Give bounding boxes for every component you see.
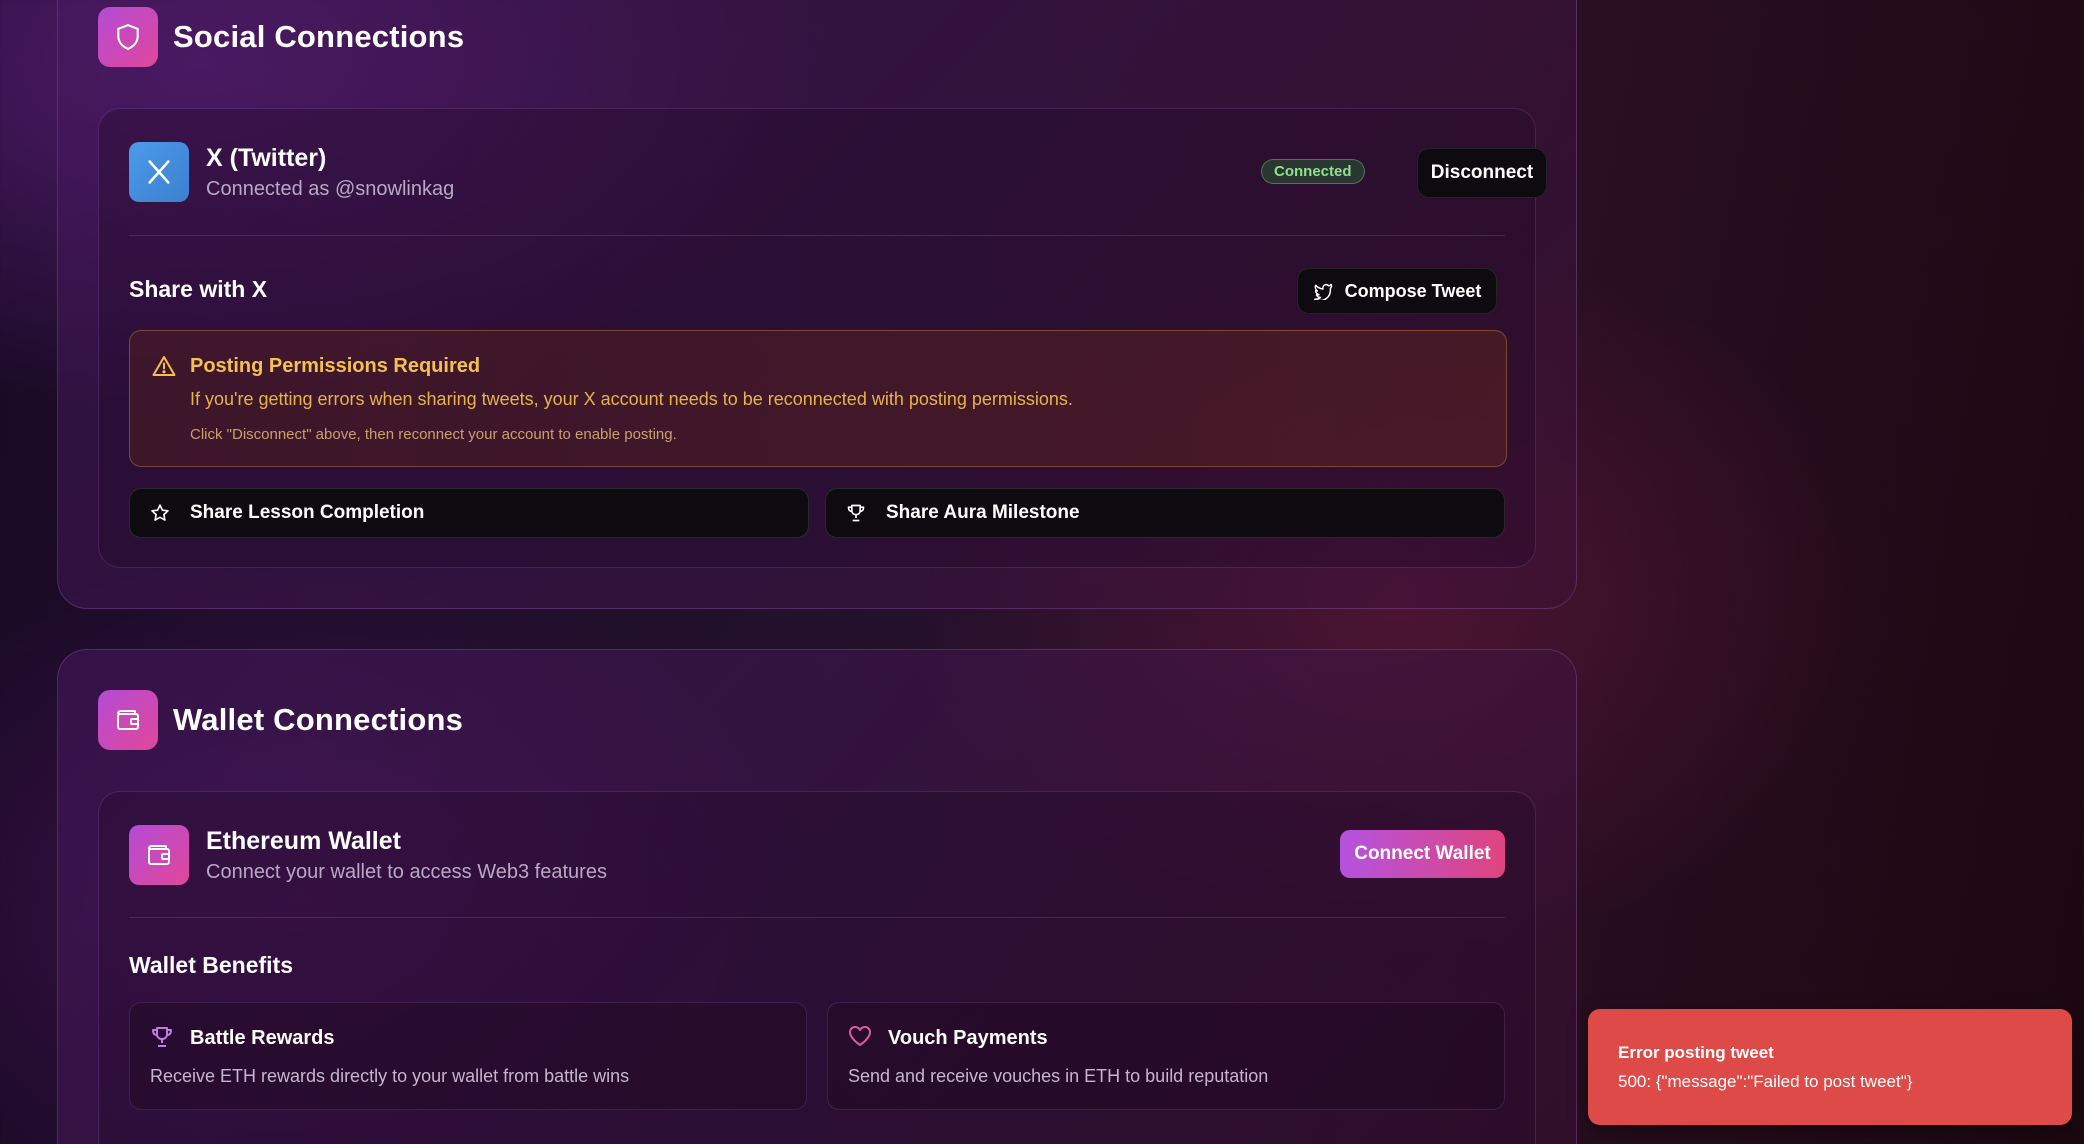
- share-lesson-completion-button[interactable]: Share Lesson Completion: [129, 488, 809, 538]
- error-toast[interactable]: Error posting tweet 500: {"message":"Fai…: [1588, 1009, 2072, 1125]
- warning-hint: Click "Disconnect" above, then reconnect…: [190, 426, 677, 443]
- share-lesson-label: Share Lesson Completion: [190, 502, 425, 523]
- trophy-icon: [152, 1027, 172, 1047]
- twitter-connected-as: Connected as @snowlinkag: [206, 177, 455, 200]
- wallet-icon: [98, 690, 158, 750]
- toast-title: Error posting tweet: [1618, 1043, 1774, 1062]
- divider: [129, 235, 1505, 236]
- benefit-title: Vouch Payments: [888, 1027, 1048, 1049]
- trophy-icon: [847, 504, 865, 522]
- star-icon: [151, 504, 169, 521]
- wallet-icon: [129, 825, 189, 885]
- share-with-x-heading: Share with X: [129, 276, 268, 302]
- shield-icon: [98, 7, 158, 67]
- divider: [129, 917, 1505, 918]
- wallet-section-header: Wallet Connections: [98, 690, 463, 750]
- benefit-description: Send and receive vouches in ETH to build…: [848, 1066, 1269, 1086]
- share-aura-label: Share Aura Milestone: [886, 502, 1080, 523]
- ethereum-provider-row: Ethereum Wallet Connect your wallet to a…: [129, 825, 607, 885]
- social-connections-card: Social Connections X (Twitter) Connected…: [57, 0, 1577, 609]
- social-section-title: Social Connections: [173, 19, 465, 54]
- ethereum-wallet-description: Connect your wallet to access Web3 featu…: [206, 860, 607, 883]
- twitter-provider-row: X (Twitter) Connected as @snowlinkag: [129, 142, 454, 202]
- connect-wallet-button[interactable]: Connect Wallet: [1340, 830, 1505, 878]
- benefit-card-battle-rewards: Battle Rewards Receive ETH rewards direc…: [129, 1002, 807, 1110]
- benefit-description: Receive ETH rewards directly to your wal…: [150, 1066, 630, 1086]
- warning-body: If you're getting errors when sharing tw…: [190, 389, 1073, 409]
- warning-triangle-icon: [152, 356, 176, 376]
- toast-message: 500: {"message":"Failed to post tweet"}: [1618, 1072, 1913, 1091]
- heart-icon: [849, 1026, 871, 1046]
- social-section-header: Social Connections: [98, 7, 464, 67]
- compose-tweet-label: Compose Tweet: [1344, 280, 1482, 301]
- benefit-title: Battle Rewards: [190, 1027, 335, 1049]
- disconnect-button[interactable]: Disconnect: [1417, 148, 1547, 198]
- wallet-connections-card: Wallet Connections Ethereum Wallet Conne…: [57, 649, 1577, 1144]
- ethereum-wallet-name: Ethereum Wallet: [206, 826, 401, 855]
- twitter-provider-name: X (Twitter): [206, 143, 327, 172]
- warning-title: Posting Permissions Required: [190, 355, 481, 377]
- x-logo-icon: [129, 142, 189, 202]
- wallet-benefits-heading: Wallet Benefits: [129, 952, 294, 978]
- share-aura-milestone-button[interactable]: Share Aura Milestone: [825, 488, 1505, 538]
- compose-tweet-button[interactable]: Compose Tweet: [1297, 268, 1497, 314]
- twitter-connection-panel: X (Twitter) Connected as @snowlinkag Con…: [98, 108, 1547, 568]
- twitter-bird-icon: [1313, 283, 1332, 300]
- posting-permissions-warning: Posting Permissions Required If you're g…: [129, 330, 1507, 467]
- connected-badge: Connected: [1261, 159, 1365, 184]
- wallet-section-title: Wallet Connections: [173, 702, 464, 737]
- benefit-card-vouch-payments: Vouch Payments Send and receive vouches …: [827, 1002, 1505, 1110]
- ethereum-wallet-panel: Ethereum Wallet Connect your wallet to a…: [98, 791, 1536, 1144]
